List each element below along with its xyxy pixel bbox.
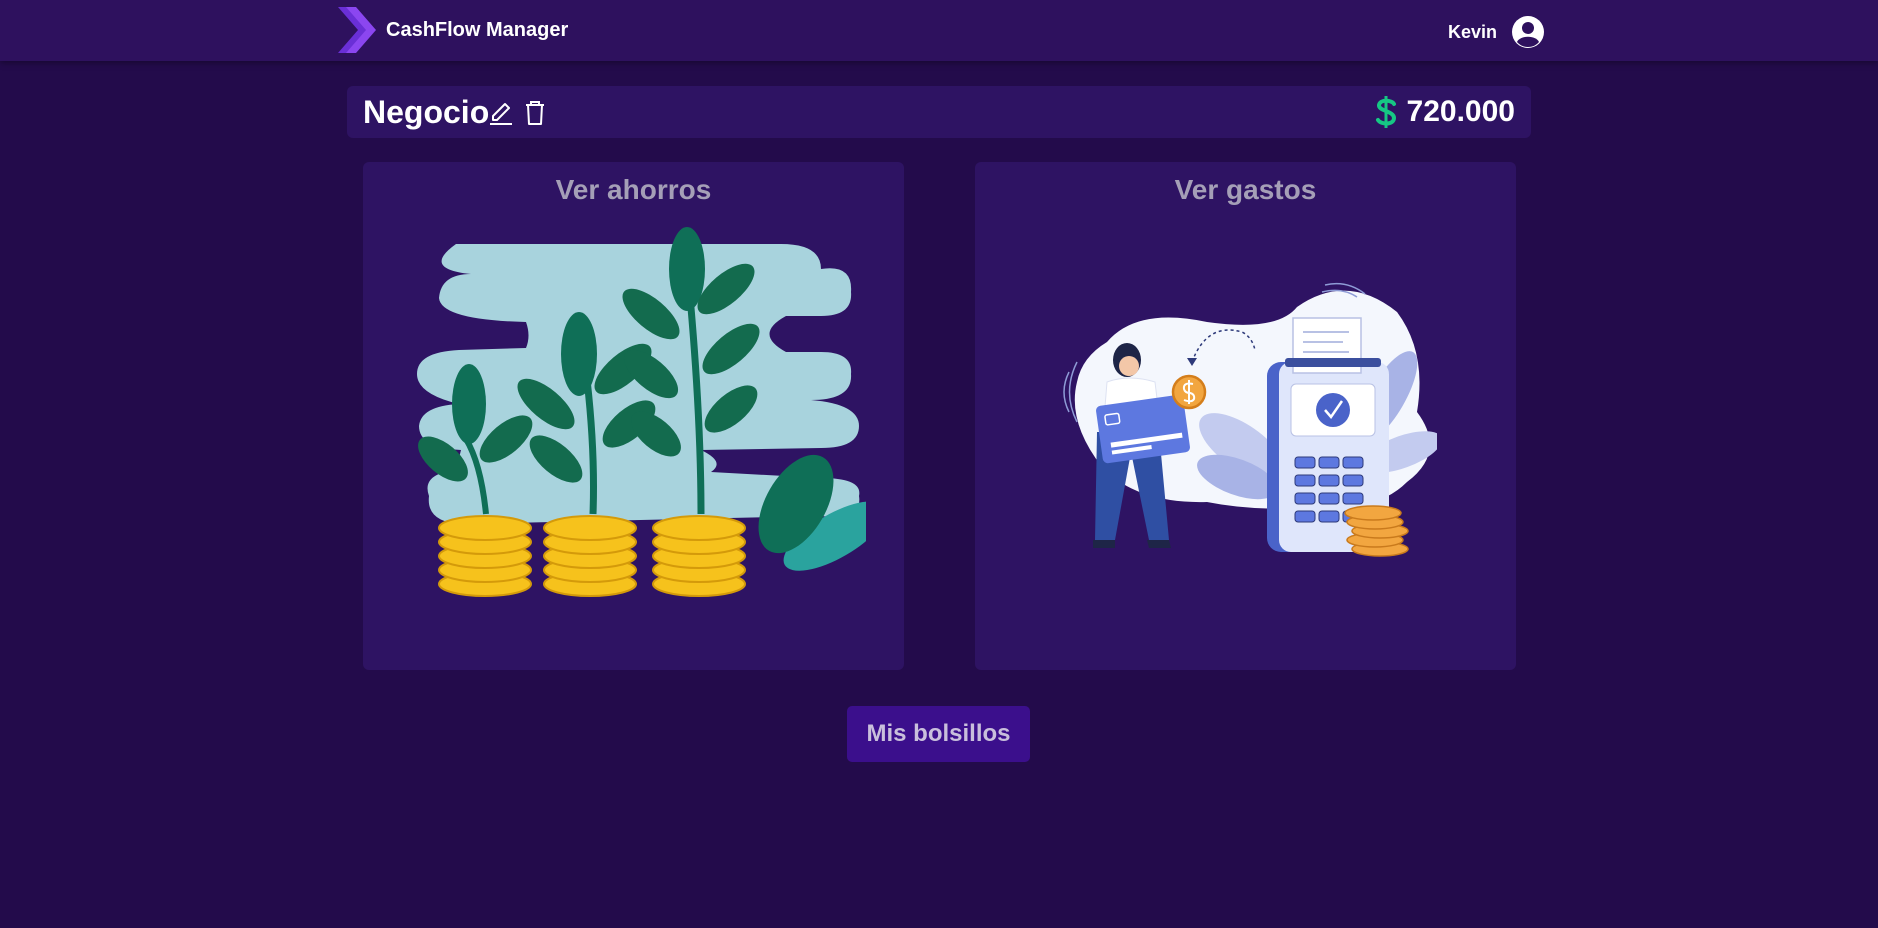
- savings-card[interactable]: Ver ahorros: [363, 162, 904, 670]
- top-navbar: CashFlow Manager Kevin: [0, 0, 1878, 61]
- brand[interactable]: CashFlow Manager: [334, 4, 568, 56]
- brand-name: CashFlow Manager: [386, 18, 569, 41]
- pocket-balance: 720.000: [1375, 95, 1515, 129]
- expenses-card-title: Ver gastos: [1174, 174, 1317, 205]
- my-pockets-button[interactable]: Mis bolsillos: [847, 706, 1030, 762]
- dollar-icon: [1375, 96, 1396, 128]
- chevron-logo-icon: [338, 7, 376, 53]
- pocket-header: Negocio 720.000: [347, 86, 1531, 138]
- plants-coins-illustration: [417, 227, 866, 597]
- trash-icon[interactable]: [521, 99, 549, 127]
- user-menu[interactable]: Kevin: [1448, 14, 1545, 50]
- user-circle-icon[interactable]: [1511, 15, 1545, 49]
- pencil-icon[interactable]: [487, 99, 515, 127]
- savings-card-title: Ver ahorros: [555, 174, 712, 205]
- pocket-name: Negocio: [363, 94, 490, 130]
- card-payment-terminal-illustration: [1063, 282, 1437, 557]
- user-name: Kevin: [1448, 21, 1498, 42]
- expenses-card[interactable]: Ver gastos: [975, 162, 1516, 670]
- balance-amount: 720.000: [1406, 95, 1515, 128]
